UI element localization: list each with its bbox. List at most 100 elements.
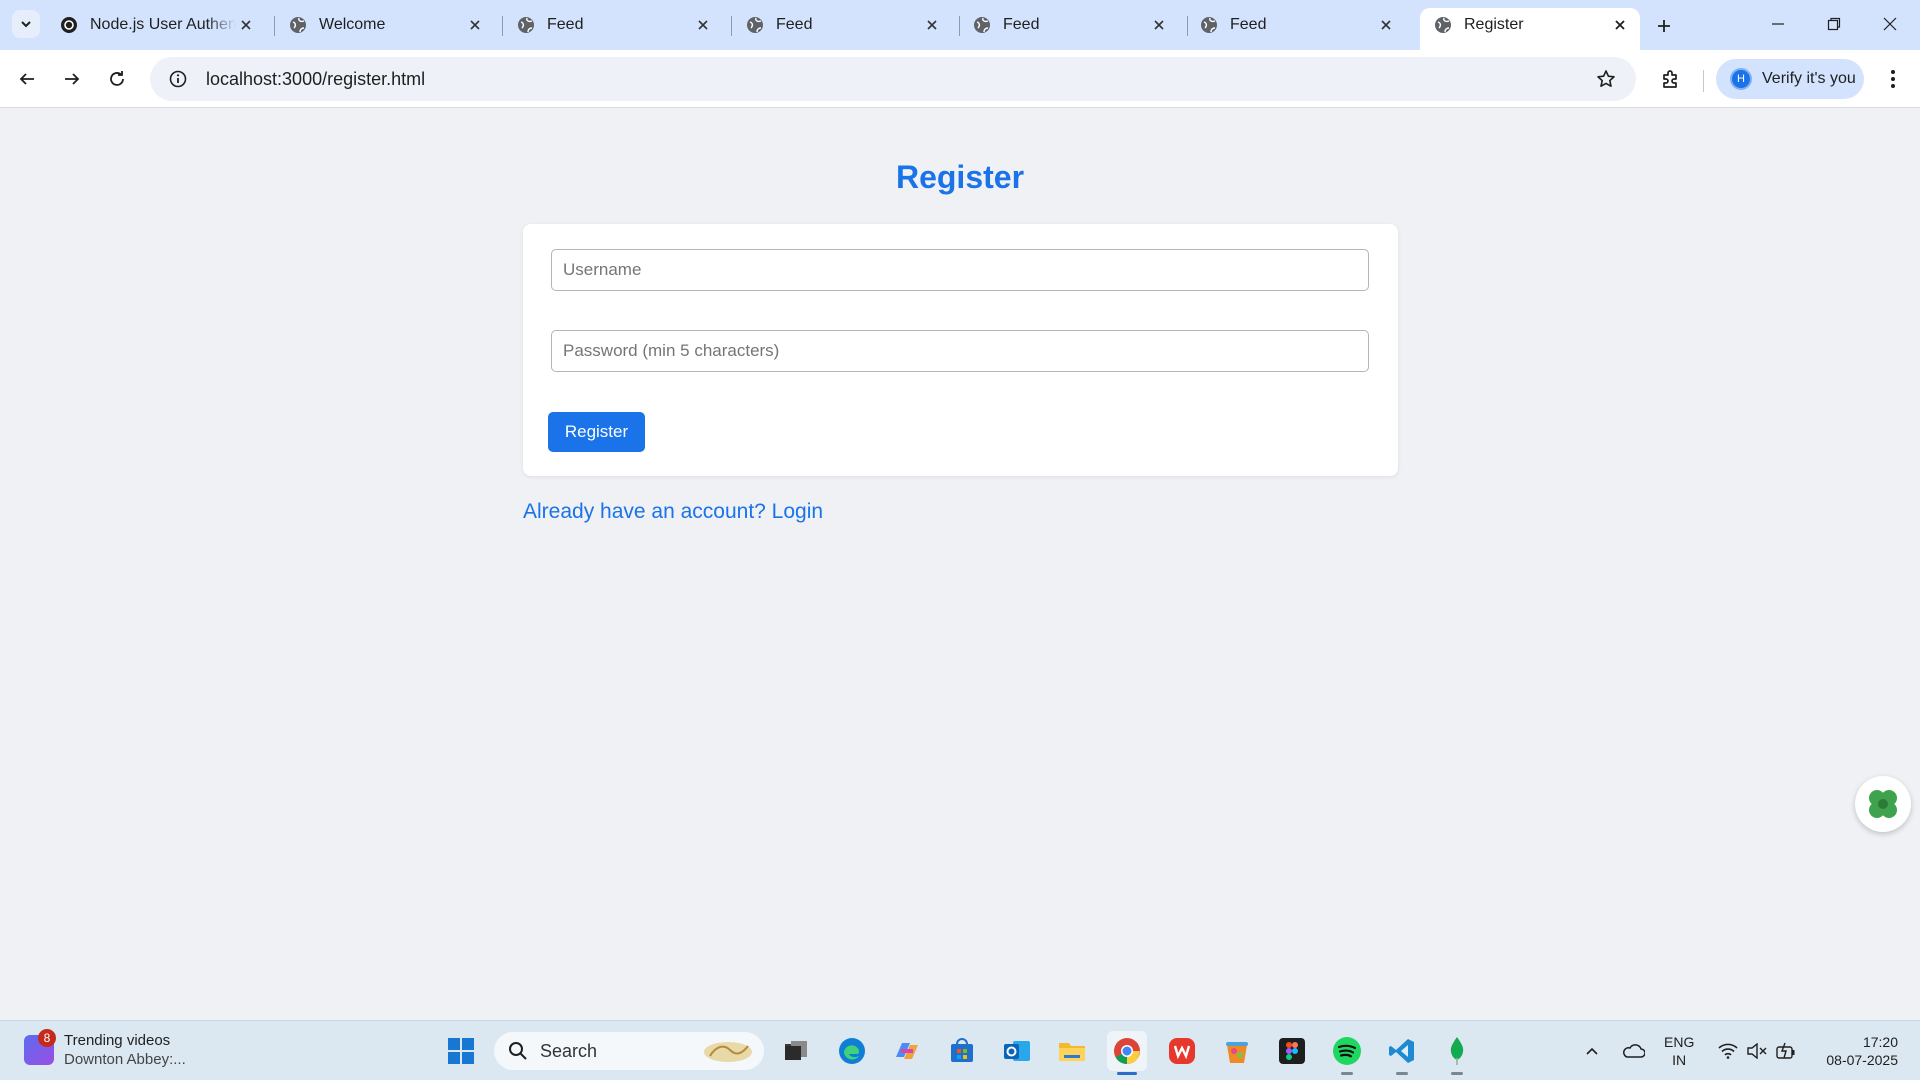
arrow-right-icon <box>65 73 80 85</box>
arrow-left-icon <box>19 73 34 85</box>
globe-icon <box>1434 16 1452 34</box>
restore-button[interactable] <box>1806 0 1862 48</box>
tab-title: Feed <box>547 16 584 33</box>
close-window-button[interactable] <box>1862 0 1918 48</box>
search-icon <box>509 1042 527 1060</box>
minimize-icon <box>1772 23 1784 25</box>
url-text[interactable]: localhost:3000/register.html <box>206 69 1586 90</box>
tab-feed-2[interactable]: Feed <box>732 8 952 42</box>
chevron-down-icon <box>21 21 31 28</box>
toolbar-divider <box>1703 70 1704 92</box>
reload-icon <box>110 71 124 86</box>
register-form: Register <box>523 224 1398 476</box>
system-clock[interactable]: 17:20 08-07-2025 <box>1808 1033 1898 1069</box>
wifi-icon[interactable] <box>1716 1031 1740 1071</box>
tab-register[interactable]: Register <box>1420 8 1640 50</box>
register-button[interactable]: Register <box>548 412 645 452</box>
windows-start-icon[interactable] <box>441 1031 481 1071</box>
language-code: ENG <box>1664 1034 1695 1050</box>
clover-icon <box>1869 790 1897 818</box>
more-vertical-icon <box>1891 70 1895 88</box>
close-icon <box>1883 17 1897 31</box>
tab-title: Welcome <box>319 16 386 33</box>
new-tab-button[interactable] <box>1650 12 1678 40</box>
extensions-button[interactable] <box>1654 62 1688 96</box>
tab-title: Feed <box>1003 16 1040 33</box>
plus-icon <box>1658 20 1670 32</box>
username-input[interactable] <box>551 249 1369 291</box>
wps-icon[interactable] <box>1162 1031 1202 1071</box>
site-info-icon[interactable] <box>158 70 198 88</box>
page-title: Register <box>895 159 1025 195</box>
copilot-icon[interactable] <box>887 1031 927 1071</box>
puzzle-icon <box>1663 70 1677 88</box>
tab-nodejs-auth[interactable]: Node.js User Authent <box>46 8 266 42</box>
language-indicator[interactable]: ENG IN <box>1664 1033 1694 1069</box>
outlook-icon[interactable] <box>997 1031 1037 1071</box>
login-link[interactable]: Already have an account? Login <box>523 500 823 524</box>
back-button[interactable] <box>10 62 44 96</box>
browser-toolbar: localhost:3000/register.html H Verify it… <box>0 50 1920 108</box>
forward-button[interactable] <box>55 62 89 96</box>
figma-icon[interactable] <box>1272 1031 1312 1071</box>
clock-time: 17:20 <box>1862 1034 1898 1050</box>
close-icon[interactable] <box>1149 15 1169 35</box>
address-bar[interactable]: localhost:3000/register.html <box>150 57 1636 101</box>
close-icon[interactable] <box>922 15 942 35</box>
store-icon[interactable] <box>942 1031 982 1071</box>
minimize-button[interactable] <box>1750 0 1806 48</box>
volume-muted-icon[interactable] <box>1745 1031 1769 1071</box>
close-icon[interactable] <box>693 15 713 35</box>
browser-menu-button[interactable] <box>1876 62 1910 96</box>
close-icon[interactable] <box>465 15 485 35</box>
tab-feed-3[interactable]: Feed <box>959 8 1179 42</box>
profile-button[interactable]: H Verify it's you <box>1716 59 1864 99</box>
close-icon[interactable] <box>1376 15 1396 35</box>
tab-welcome[interactable]: Welcome <box>275 8 495 42</box>
task-view-icon[interactable] <box>776 1031 816 1071</box>
chevron-up-icon <box>1586 1047 1598 1055</box>
globe-icon <box>289 16 307 34</box>
tab-title: Feed <box>1230 16 1267 33</box>
edge-icon[interactable] <box>832 1031 872 1071</box>
openai-icon <box>60 16 78 34</box>
running-indicator <box>1117 1072 1137 1075</box>
vscode-icon[interactable] <box>1382 1031 1422 1075</box>
mongodb-icon[interactable] <box>1437 1031 1477 1075</box>
globe-icon <box>973 16 991 34</box>
password-input[interactable] <box>551 330 1369 372</box>
widget-title: Trending videos <box>64 1032 171 1049</box>
reload-button[interactable] <box>100 62 134 96</box>
bookmark-star-icon[interactable] <box>1586 69 1626 89</box>
search-label: Search <box>540 1040 598 1061</box>
widget-subtitle: Downton Abbey:... <box>64 1051 186 1068</box>
battery-icon[interactable] <box>1774 1031 1798 1071</box>
close-icon[interactable] <box>236 15 256 35</box>
tab-title: Node.js User Authent <box>90 16 236 33</box>
close-icon[interactable] <box>1610 15 1630 35</box>
running-indicator <box>1341 1072 1353 1075</box>
floating-extension-widget[interactable] <box>1855 776 1911 832</box>
clock-date: 08-07-2025 <box>1826 1052 1898 1068</box>
taskbar-search[interactable]: Search <box>494 1032 764 1070</box>
tab-feed-4[interactable]: Feed <box>1186 8 1406 42</box>
video-widget-icon: 8 <box>24 1029 56 1065</box>
spotify-icon[interactable] <box>1327 1031 1367 1075</box>
show-hidden-icons-button[interactable] <box>1580 1031 1604 1071</box>
news-widget[interactable]: 8 Trending videos Downton Abbey:... <box>24 1029 186 1069</box>
globe-icon <box>746 16 764 34</box>
tab-feed-1[interactable]: Feed <box>503 8 723 42</box>
chrome-icon[interactable] <box>1107 1031 1147 1075</box>
paint-icon[interactable] <box>1217 1031 1257 1071</box>
running-indicator <box>1396 1072 1408 1075</box>
notification-badge: 8 <box>38 1029 56 1047</box>
tab-search-button[interactable] <box>12 10 40 38</box>
search-highlight-icon <box>704 1042 752 1062</box>
restore-icon <box>1827 17 1841 31</box>
file-explorer-icon[interactable] <box>1052 1031 1092 1071</box>
windows-taskbar: 8 Trending videos Downton Abbey:... Sear… <box>0 1020 1920 1080</box>
onedrive-icon[interactable] <box>1618 1031 1648 1071</box>
tab-strip: Node.js User Authent Welcome Feed Feed F… <box>0 0 1920 50</box>
globe-icon <box>1200 16 1218 34</box>
tab-title: Register <box>1464 16 1524 33</box>
